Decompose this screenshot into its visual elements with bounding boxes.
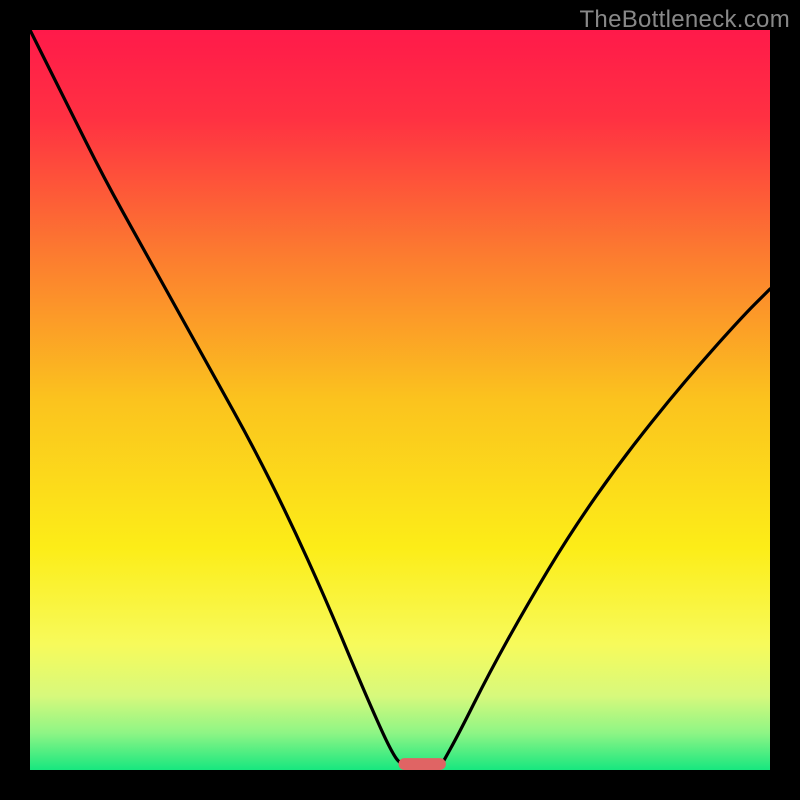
chart-plot-bg [30, 30, 770, 770]
chart-canvas [0, 0, 800, 800]
bottleneck-chart: TheBottleneck.com [0, 0, 800, 800]
bottleneck-marker [399, 758, 446, 770]
